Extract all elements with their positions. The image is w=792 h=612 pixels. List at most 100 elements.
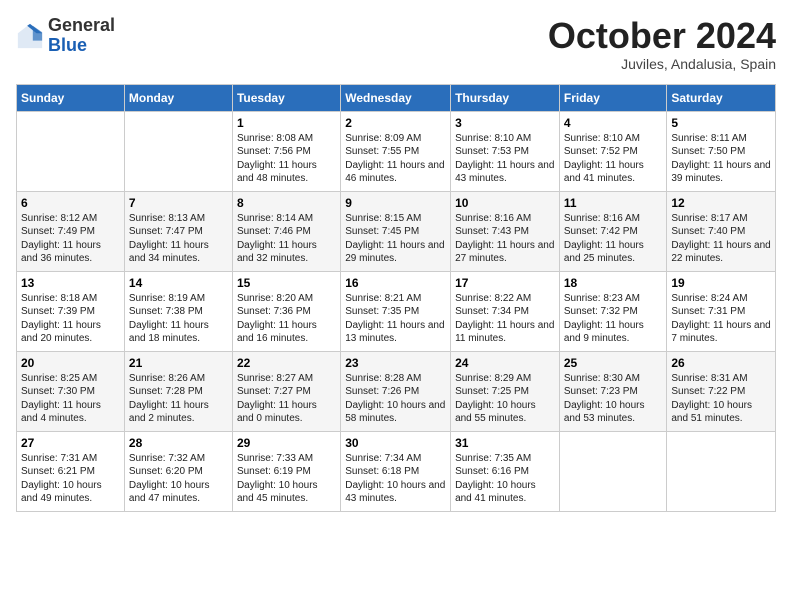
logo-general-text: General bbox=[48, 16, 115, 36]
day-detail: Sunrise: 8:26 AM Sunset: 7:28 PM Dayligh… bbox=[129, 372, 228, 426]
col-header-tuesday: Tuesday bbox=[232, 84, 340, 111]
calendar-week-row: 6 Sunrise: 8:12 AM Sunset: 7:49 PM Daylig… bbox=[17, 191, 776, 271]
day-detail: Sunrise: 8:11 AM Sunset: 7:50 PM Dayligh… bbox=[671, 132, 771, 186]
calendar-cell: 1 Sunrise: 8:08 AM Sunset: 7:56 PM Daylig… bbox=[232, 111, 340, 191]
logo: General Blue bbox=[16, 16, 115, 56]
day-detail: Sunrise: 8:23 AM Sunset: 7:32 PM Dayligh… bbox=[564, 292, 663, 346]
day-number: 3 bbox=[455, 116, 555, 130]
day-number: 8 bbox=[237, 196, 336, 210]
day-number: 2 bbox=[345, 116, 446, 130]
calendar-cell: 6 Sunrise: 8:12 AM Sunset: 7:49 PM Daylig… bbox=[17, 191, 125, 271]
day-number: 11 bbox=[564, 196, 663, 210]
day-detail: Sunrise: 8:10 AM Sunset: 7:53 PM Dayligh… bbox=[455, 132, 555, 186]
day-number: 24 bbox=[455, 356, 555, 370]
day-detail: Sunrise: 7:32 AM Sunset: 6:20 PM Dayligh… bbox=[129, 452, 228, 506]
calendar-header-row: SundayMondayTuesdayWednesdayThursdayFrid… bbox=[17, 84, 776, 111]
day-number: 22 bbox=[237, 356, 336, 370]
day-detail: Sunrise: 8:29 AM Sunset: 7:25 PM Dayligh… bbox=[455, 372, 555, 426]
day-detail: Sunrise: 8:12 AM Sunset: 7:49 PM Dayligh… bbox=[21, 212, 120, 266]
location-subtitle: Juviles, Andalusia, Spain bbox=[548, 56, 776, 72]
calendar-cell: 13Sunrise: 8:18 AM Sunset: 7:39 PM Dayli… bbox=[17, 271, 125, 351]
day-number: 13 bbox=[21, 276, 120, 290]
logo-blue-text: Blue bbox=[48, 36, 115, 56]
calendar-cell: 27 Sunrise: 7:31 AM Sunset: 6:21 PM Dayli… bbox=[17, 431, 125, 511]
day-number: 9 bbox=[345, 196, 446, 210]
day-number: 28 bbox=[129, 436, 228, 450]
page-header: General Blue October 2024 Juviles, Andal… bbox=[16, 16, 776, 72]
calendar-week-row: 27 Sunrise: 7:31 AM Sunset: 6:21 PM Dayli… bbox=[17, 431, 776, 511]
col-header-sunday: Sunday bbox=[17, 84, 125, 111]
day-detail: Sunrise: 7:31 AM Sunset: 6:21 PM Dayligh… bbox=[21, 452, 120, 506]
calendar-cell: 4Sunrise: 8:10 AM Sunset: 7:52 PM Daylig… bbox=[559, 111, 667, 191]
title-block: October 2024 Juviles, Andalusia, Spain bbox=[548, 16, 776, 72]
day-detail: Sunrise: 8:22 AM Sunset: 7:34 PM Dayligh… bbox=[455, 292, 555, 346]
day-number: 7 bbox=[129, 196, 228, 210]
calendar-cell: 29 Sunrise: 7:33 AM Sunset: 6:19 PM Dayli… bbox=[232, 431, 340, 511]
calendar-cell: 18 Sunrise: 8:23 AM Sunset: 7:32 PM Dayli… bbox=[559, 271, 667, 351]
col-header-saturday: Saturday bbox=[667, 84, 776, 111]
calendar-cell: 22 Sunrise: 8:27 AM Sunset: 7:27 PM Dayli… bbox=[232, 351, 340, 431]
calendar-cell: 8 Sunrise: 8:14 AM Sunset: 7:46 PM Daylig… bbox=[232, 191, 340, 271]
calendar-week-row: 20 Sunrise: 8:25 AM Sunset: 7:30 PM Dayli… bbox=[17, 351, 776, 431]
calendar-cell: 3 Sunrise: 8:10 AM Sunset: 7:53 PM Daylig… bbox=[451, 111, 560, 191]
calendar-cell: 31 Sunrise: 7:35 AM Sunset: 6:16 PM Dayli… bbox=[451, 431, 560, 511]
calendar-cell bbox=[667, 431, 776, 511]
day-detail: Sunrise: 8:25 AM Sunset: 7:30 PM Dayligh… bbox=[21, 372, 120, 426]
calendar-cell bbox=[559, 431, 667, 511]
day-detail: Sunrise: 8:14 AM Sunset: 7:46 PM Dayligh… bbox=[237, 212, 336, 266]
calendar-cell: 30Sunrise: 7:34 AM Sunset: 6:18 PM Dayli… bbox=[341, 431, 451, 511]
col-header-monday: Monday bbox=[124, 84, 232, 111]
day-number: 31 bbox=[455, 436, 555, 450]
calendar-cell: 7 Sunrise: 8:13 AM Sunset: 7:47 PM Daylig… bbox=[124, 191, 232, 271]
day-detail: Sunrise: 8:27 AM Sunset: 7:27 PM Dayligh… bbox=[237, 372, 336, 426]
day-detail: Sunrise: 8:09 AM Sunset: 7:55 PM Dayligh… bbox=[345, 132, 446, 186]
day-number: 18 bbox=[564, 276, 663, 290]
logo-icon bbox=[16, 22, 44, 50]
day-number: 6 bbox=[21, 196, 120, 210]
calendar-cell: 5Sunrise: 8:11 AM Sunset: 7:50 PM Daylig… bbox=[667, 111, 776, 191]
calendar-cell: 11 Sunrise: 8:16 AM Sunset: 7:42 PM Dayli… bbox=[559, 191, 667, 271]
calendar-week-row: 13Sunrise: 8:18 AM Sunset: 7:39 PM Dayli… bbox=[17, 271, 776, 351]
day-detail: Sunrise: 8:28 AM Sunset: 7:26 PM Dayligh… bbox=[345, 372, 446, 426]
day-number: 19 bbox=[671, 276, 771, 290]
col-header-wednesday: Wednesday bbox=[341, 84, 451, 111]
day-detail: Sunrise: 8:15 AM Sunset: 7:45 PM Dayligh… bbox=[345, 212, 446, 266]
day-number: 14 bbox=[129, 276, 228, 290]
day-detail: Sunrise: 7:33 AM Sunset: 6:19 PM Dayligh… bbox=[237, 452, 336, 506]
day-detail: Sunrise: 8:24 AM Sunset: 7:31 PM Dayligh… bbox=[671, 292, 771, 346]
day-detail: Sunrise: 8:31 AM Sunset: 7:22 PM Dayligh… bbox=[671, 372, 771, 426]
calendar-cell: 9 Sunrise: 8:15 AM Sunset: 7:45 PM Daylig… bbox=[341, 191, 451, 271]
day-detail: Sunrise: 8:13 AM Sunset: 7:47 PM Dayligh… bbox=[129, 212, 228, 266]
day-number: 10 bbox=[455, 196, 555, 210]
calendar-cell: 16Sunrise: 8:21 AM Sunset: 7:35 PM Dayli… bbox=[341, 271, 451, 351]
day-number: 29 bbox=[237, 436, 336, 450]
day-number: 21 bbox=[129, 356, 228, 370]
day-number: 17 bbox=[455, 276, 555, 290]
day-detail: Sunrise: 8:20 AM Sunset: 7:36 PM Dayligh… bbox=[237, 292, 336, 346]
day-detail: Sunrise: 7:35 AM Sunset: 6:16 PM Dayligh… bbox=[455, 452, 555, 506]
col-header-friday: Friday bbox=[559, 84, 667, 111]
day-detail: Sunrise: 7:34 AM Sunset: 6:18 PM Dayligh… bbox=[345, 452, 446, 506]
calendar-cell: 2 Sunrise: 8:09 AM Sunset: 7:55 PM Daylig… bbox=[341, 111, 451, 191]
calendar-cell: 19 Sunrise: 8:24 AM Sunset: 7:31 PM Dayli… bbox=[667, 271, 776, 351]
calendar-cell: 23Sunrise: 8:28 AM Sunset: 7:26 PM Dayli… bbox=[341, 351, 451, 431]
day-detail: Sunrise: 8:08 AM Sunset: 7:56 PM Dayligh… bbox=[237, 132, 336, 186]
day-number: 15 bbox=[237, 276, 336, 290]
calendar-week-row: 1 Sunrise: 8:08 AM Sunset: 7:56 PM Daylig… bbox=[17, 111, 776, 191]
day-detail: Sunrise: 8:16 AM Sunset: 7:42 PM Dayligh… bbox=[564, 212, 663, 266]
calendar-cell: 12 Sunrise: 8:17 AM Sunset: 7:40 PM Dayli… bbox=[667, 191, 776, 271]
calendar-cell: 21 Sunrise: 8:26 AM Sunset: 7:28 PM Dayli… bbox=[124, 351, 232, 431]
calendar-cell: 24 Sunrise: 8:29 AM Sunset: 7:25 PM Dayli… bbox=[451, 351, 560, 431]
day-number: 16 bbox=[345, 276, 446, 290]
calendar-cell: 10Sunrise: 8:16 AM Sunset: 7:43 PM Dayli… bbox=[451, 191, 560, 271]
day-number: 27 bbox=[21, 436, 120, 450]
day-detail: Sunrise: 8:17 AM Sunset: 7:40 PM Dayligh… bbox=[671, 212, 771, 266]
day-number: 25 bbox=[564, 356, 663, 370]
day-detail: Sunrise: 8:30 AM Sunset: 7:23 PM Dayligh… bbox=[564, 372, 663, 426]
calendar-cell: 25 Sunrise: 8:30 AM Sunset: 7:23 PM Dayli… bbox=[559, 351, 667, 431]
day-number: 20 bbox=[21, 356, 120, 370]
day-number: 1 bbox=[237, 116, 336, 130]
day-number: 12 bbox=[671, 196, 771, 210]
calendar-cell: 15 Sunrise: 8:20 AM Sunset: 7:36 PM Dayli… bbox=[232, 271, 340, 351]
calendar-cell bbox=[17, 111, 125, 191]
